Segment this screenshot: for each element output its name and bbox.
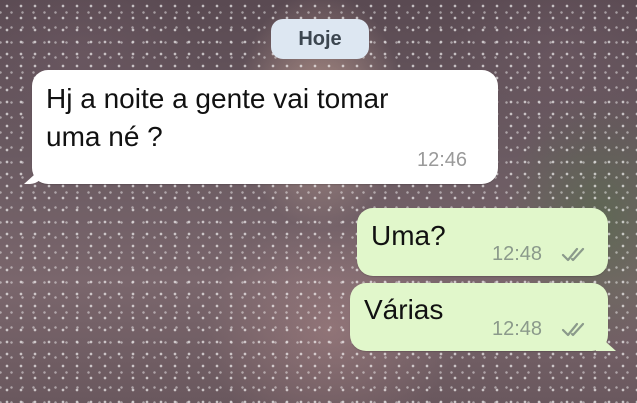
date-separator: Hoje (271, 19, 369, 59)
message-bubble-outgoing[interactable]: Uma? 12:48 (357, 208, 608, 276)
message-time: 12:48 (492, 318, 543, 340)
message-time: 12:46 (417, 149, 468, 171)
message-bubble-incoming[interactable]: Hj a noite a gente vai tomar uma né ? 12… (24, 70, 498, 184)
message-time: 12:48 (492, 243, 543, 265)
message-text: Hj a noite a gente vai tomar uma né ? (46, 83, 389, 152)
message-text: Várias (364, 294, 444, 325)
message-bubble-outgoing[interactable]: Várias 12:48 (350, 283, 616, 351)
message-text: Uma? (371, 220, 446, 251)
date-label: Hoje (298, 27, 342, 50)
read-double-check-icon (561, 322, 585, 337)
read-double-check-icon (561, 247, 585, 262)
